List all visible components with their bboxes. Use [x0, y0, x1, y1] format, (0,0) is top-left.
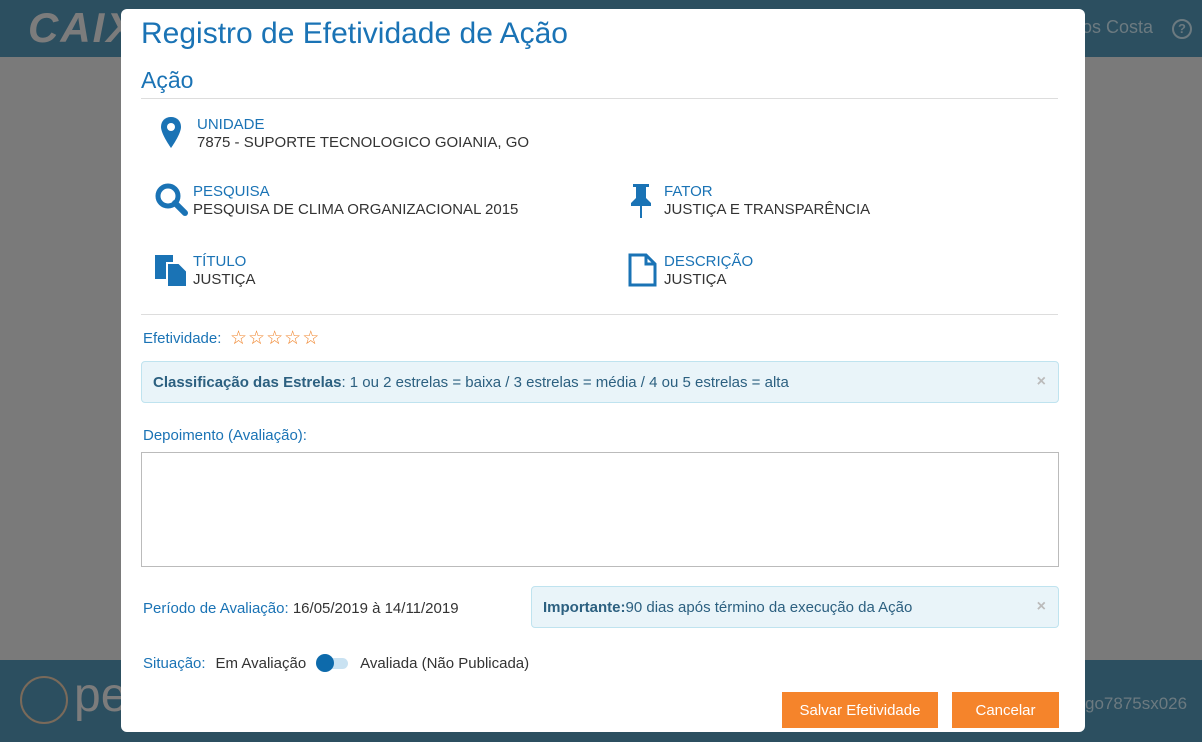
situacao-label: Situação: — [143, 654, 206, 672]
star-icon[interactable]: ☆ — [284, 328, 302, 349]
save-button[interactable]: Salvar Efetividade — [782, 692, 938, 728]
situacao-off-label: Em Avaliação — [215, 654, 307, 672]
alert-title: Classificação das Estrelas — [153, 373, 342, 391]
descricao-label: DESCRIÇÃO — [664, 253, 754, 270]
map-pin-icon — [161, 117, 181, 148]
help-icon[interactable]: ? — [1172, 19, 1192, 39]
depoimento-textarea[interactable] — [141, 452, 1059, 567]
pushpin-icon — [631, 184, 651, 218]
star-icon[interactable]: ☆ — [230, 328, 248, 349]
user-name[interactable]: os Costa — [1082, 17, 1153, 38]
divider — [141, 314, 1058, 315]
close-icon[interactable]: × — [1037, 598, 1046, 616]
fator-value: JUSTIÇA E TRANSPARÊNCIA — [664, 201, 871, 218]
star-classification-alert: Classificação das Estrelas: 1 ou 2 estre… — [141, 361, 1059, 403]
effectiveness-modal: Registro de Efetividade de Ação Ação UNI… — [121, 9, 1085, 732]
unidade-label: UNIDADE — [197, 116, 265, 133]
periodo-label: Período de Avaliação: — [143, 600, 289, 617]
unidade-value: 7875 - SUPORTE TECNOLOGICO GOIANIA, GO — [197, 134, 530, 151]
star-icon[interactable]: ☆ — [302, 328, 320, 349]
alert-text: 90 dias após término da execução da Ação — [625, 598, 913, 616]
modal-title: Registro de Efetividade de Ação — [141, 17, 568, 50]
situacao: Situação: Em Avaliação Avaliada (Não Pub… — [143, 654, 529, 672]
periodo-value: 16/05/2019 à 14/11/2019 — [292, 600, 459, 617]
document-icon — [628, 253, 657, 287]
alert-text: : 1 ou 2 estrelas = baixa / 3 estrelas =… — [341, 373, 789, 391]
copy-document-icon — [155, 255, 188, 287]
section-title: Ação — [141, 67, 194, 93]
tree-logo-icon — [20, 676, 68, 724]
descricao-value: JUSTIÇA — [664, 271, 727, 288]
efetividade-label: Efetividade: — [143, 330, 222, 347]
close-icon[interactable]: × — [1037, 373, 1046, 391]
fator-label: FATOR — [664, 183, 713, 200]
star-icon[interactable]: ☆ — [248, 328, 266, 349]
periodo: Período de Avaliação: 16/05/2019 à 14/11… — [143, 600, 459, 617]
star-icon[interactable]: ☆ — [266, 328, 284, 349]
pesquisa-value: PESQUISA DE CLIMA ORGANIZACIONAL 2015 — [193, 201, 519, 218]
divider — [141, 98, 1058, 99]
titulo-value: JUSTIÇA — [193, 271, 256, 288]
importante-alert: Importante: 90 dias após término da exec… — [531, 586, 1059, 628]
pesquisa-label: PESQUISA — [193, 183, 270, 200]
cancel-button[interactable]: Cancelar — [952, 692, 1059, 728]
situacao-toggle[interactable] — [316, 654, 350, 672]
search-icon — [155, 183, 188, 216]
host-name: go7875sx026 — [1085, 694, 1188, 713]
star-rating[interactable]: ☆☆☆☆☆ — [230, 327, 320, 350]
footer-logo-text: pe — [74, 669, 128, 722]
depoimento-label: Depoimento (Avaliação): — [143, 427, 307, 444]
alert-title: Importante: — [543, 598, 626, 616]
titulo-label: TÍTULO — [193, 253, 247, 270]
situacao-on-label: Avaliada (Não Publicada) — [360, 654, 530, 672]
